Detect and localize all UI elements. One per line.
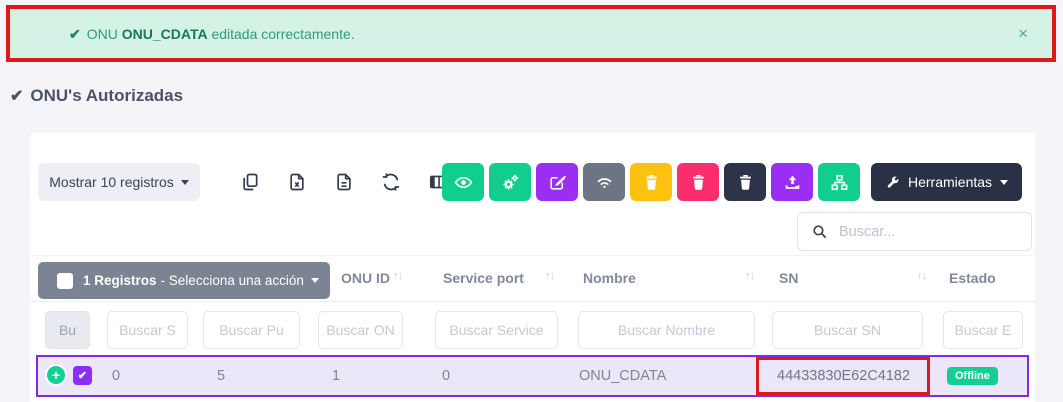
select-all-checkbox[interactable] — [57, 273, 73, 289]
page-title-label: ONU's Autorizadas — [30, 86, 183, 106]
file-text-icon — [334, 172, 354, 192]
upload-icon — [783, 173, 802, 192]
sort-icon[interactable]: ↑↓ — [917, 270, 926, 282]
wifi-icon — [595, 173, 614, 192]
column-header-sn[interactable]: SN — [773, 269, 804, 287]
chevron-down-icon — [181, 180, 189, 185]
refresh-icon — [381, 172, 401, 192]
excel-file-icon — [287, 172, 307, 192]
check-icon: ✔ — [10, 86, 23, 106]
column-header-estado[interactable]: Estado — [943, 269, 1002, 287]
view-button[interactable] — [442, 163, 484, 201]
chevron-down-icon — [1000, 180, 1008, 185]
filter-nombre-input[interactable] — [578, 311, 755, 349]
search-input[interactable] — [837, 223, 1031, 241]
filter-select-input — [45, 311, 90, 349]
filter-estado-input[interactable] — [943, 311, 1023, 349]
column-header-nombre[interactable]: Nombre — [577, 269, 642, 287]
sitemap-icon — [830, 173, 849, 192]
success-alert: ✔ ONU ONU_CDATA editada correctamente. × — [10, 9, 1053, 60]
edit-button[interactable] — [536, 163, 578, 201]
filter-puerto-input[interactable] — [203, 311, 300, 349]
tools-dropdown-button[interactable]: Herramientas — [871, 163, 1022, 201]
filter-sn-input[interactable] — [772, 311, 923, 349]
export-file-button[interactable] — [328, 169, 360, 195]
search-container — [797, 212, 1032, 251]
sort-icon[interactable]: ↑↓ — [393, 270, 402, 282]
bulk-separator: - — [161, 273, 166, 288]
alert-message: ✔ ONU ONU_CDATA editada correctamente. — [69, 26, 355, 43]
gears-icon — [501, 173, 520, 192]
tools-label: Herramientas — [908, 174, 992, 190]
selected-count: 1 Registros — [83, 273, 157, 288]
bulk-action-label: Selecciona una acción — [169, 273, 304, 288]
copy-icon — [240, 172, 260, 192]
column-header-service-port[interactable]: Service port — [437, 269, 530, 287]
cell-service-port: 0 — [442, 368, 450, 384]
row-actions-bar: Herramientas — [442, 163, 1022, 201]
table-row[interactable]: + ✔ 0 5 1 0 ONU_CDATA 44433830E62C4182 O… — [36, 355, 1029, 397]
show-entries-label: Mostrar 10 registros — [49, 174, 173, 190]
row-checkbox[interactable]: ✔ — [73, 366, 92, 385]
edit-icon — [548, 173, 567, 192]
upload-button[interactable] — [771, 163, 813, 201]
sort-icon[interactable]: ↑↓ — [545, 270, 554, 282]
onu-table-card: Mostrar 10 registros — [30, 133, 1035, 402]
alert-onu-name: ONU_CDATA — [122, 26, 208, 42]
delete-danger-button[interactable] — [677, 163, 719, 201]
cell-sn: 44433830E62C4182 — [777, 368, 910, 384]
export-excel-button[interactable] — [281, 169, 313, 195]
cell-nombre: ONU_CDATA — [579, 368, 666, 384]
expand-row-button[interactable]: + — [45, 364, 67, 386]
filter-slot-input[interactable] — [107, 311, 188, 349]
cell-puerto: 5 — [217, 368, 225, 384]
sort-icon[interactable]: ↑↓ — [745, 270, 754, 282]
delete-warning-button[interactable] — [630, 163, 672, 201]
wifi-button[interactable] — [583, 163, 625, 201]
topology-button[interactable] — [818, 163, 860, 201]
chevron-down-icon — [311, 278, 319, 283]
alert-message-prefix: ONU — [87, 26, 118, 42]
page-title: ✔ ONU's Autorizadas — [10, 86, 183, 106]
alert-close-button[interactable]: × — [1012, 23, 1034, 45]
delete-dark-button[interactable] — [724, 163, 766, 201]
status-badge: Offline — [947, 367, 998, 385]
check-icon: ✔ — [69, 26, 81, 42]
show-entries-dropdown[interactable]: Mostrar 10 registros — [38, 163, 200, 201]
eye-icon — [454, 173, 473, 192]
table-tools-bar — [234, 169, 466, 195]
wrench-icon — [885, 175, 900, 190]
filter-service-port-input[interactable] — [435, 311, 558, 349]
refresh-button[interactable] — [375, 169, 407, 195]
column-header-onu-id[interactable]: ONU ID — [335, 269, 396, 287]
trash-icon — [736, 173, 755, 192]
copy-button[interactable] — [234, 169, 266, 195]
alert-message-suffix: editada correctamente. — [211, 26, 354, 42]
trash-icon — [689, 173, 708, 192]
provision-button[interactable] — [489, 163, 531, 201]
filter-onu-id-input[interactable] — [318, 311, 403, 349]
cell-slot: 0 — [112, 368, 120, 384]
search-icon — [811, 223, 828, 240]
page: ✔ONU ONU_CDATA editada correctamente. × … — [0, 0, 1063, 402]
cell-onu-id: 1 — [332, 368, 340, 384]
trash-icon — [642, 173, 661, 192]
bulk-action-dropdown[interactable]: 1 Registros - Selecciona una acción — [38, 262, 330, 299]
